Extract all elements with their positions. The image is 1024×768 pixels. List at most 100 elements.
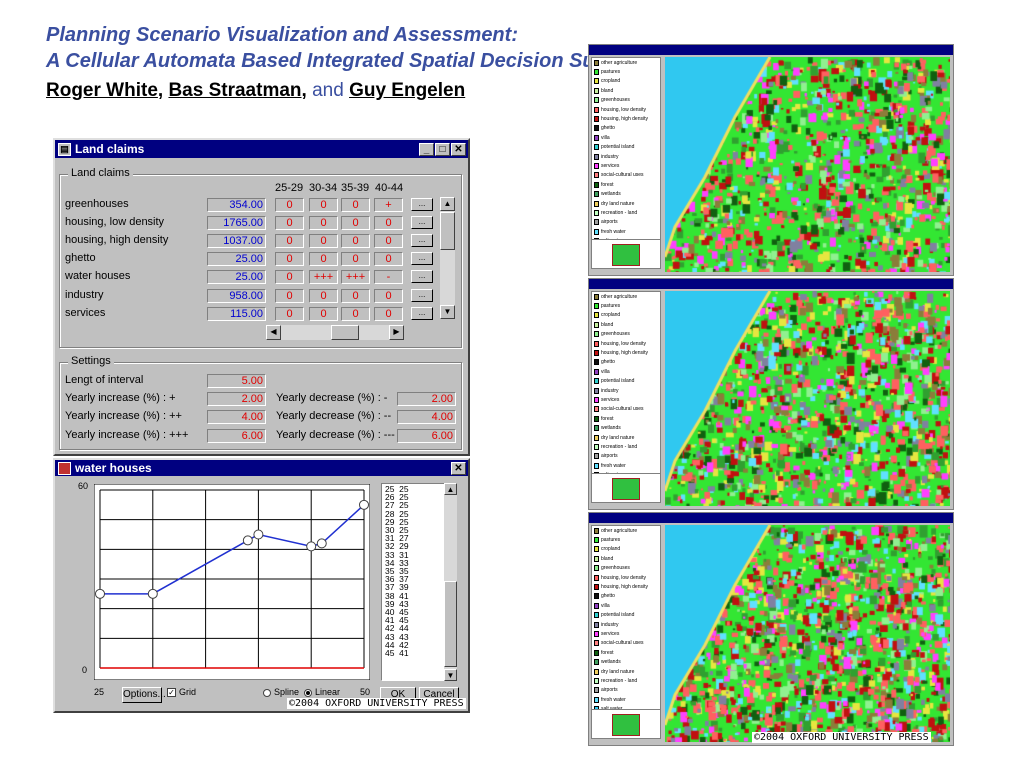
claim-cell[interactable]: 0 <box>341 198 370 212</box>
row-detail-button[interactable]: ... <box>411 252 433 266</box>
scroll-right-button[interactable]: ▶ <box>389 325 404 340</box>
claim-cell[interactable]: 0 <box>275 288 304 303</box>
scroll-thumb[interactable] <box>440 212 455 250</box>
legend-swatch <box>594 555 599 562</box>
map-titlebar[interactable] <box>589 279 953 289</box>
settings-group-label: Settings <box>68 355 114 367</box>
claim-cell[interactable]: 0 <box>341 216 370 231</box>
claim-cell[interactable]: 0 <box>309 234 338 249</box>
values-listbox[interactable]: 25 25 26 25 27 25 28 25 29 25 30 25 31 2… <box>381 483 445 681</box>
author-link-straatman[interactable]: Bas Straatman <box>168 80 301 101</box>
claim-cell[interactable]: 0 <box>309 216 338 231</box>
claim-cell[interactable]: +++ <box>341 270 370 285</box>
close-button[interactable]: ✕ <box>451 142 466 156</box>
land-use-map[interactable] <box>665 291 950 506</box>
land-use-map[interactable] <box>665 57 950 272</box>
spline-radio[interactable] <box>263 689 271 697</box>
row-value-field[interactable]: 115.00 <box>207 306 266 321</box>
legend-swatch <box>594 331 599 338</box>
row-value-field[interactable]: 1765.00 <box>207 216 266 231</box>
land-claims-titlebar[interactable]: ▤ Land claims _ □ ✕ <box>55 140 468 158</box>
inc3-field[interactable]: 6.00 <box>207 429 266 443</box>
map-overview[interactable] <box>591 239 661 269</box>
map-overview[interactable] <box>591 709 661 739</box>
curve-point <box>253 529 264 540</box>
legend-swatch <box>594 387 599 394</box>
claim-cell[interactable]: 0 <box>374 306 403 321</box>
legend-item: social-cultural uses <box>592 405 660 414</box>
listbox-scroll-up[interactable]: ▲ <box>444 483 457 495</box>
water-houses-chart[interactable] <box>94 484 370 680</box>
row-detail-button[interactable]: ... <box>411 306 433 320</box>
inc3-label: Yearly increase (%) : +++ <box>65 429 189 441</box>
claim-cell[interactable]: 0 <box>275 198 304 212</box>
scroll-down-button[interactable]: ▼ <box>440 305 455 319</box>
maximize-button[interactable]: □ <box>435 142 450 156</box>
scroll-up-button[interactable]: ▲ <box>440 197 455 211</box>
listbox-scroll-thumb[interactable] <box>444 581 457 667</box>
scroll-left-button[interactable]: ◀ <box>266 325 281 340</box>
claim-cell[interactable]: 0 <box>275 270 304 285</box>
copyright-right: ©2004 OXFORD UNIVERSITY PRESS <box>752 732 931 743</box>
length-field[interactable]: 5.00 <box>207 374 266 388</box>
claim-cell[interactable]: 0 <box>275 216 304 231</box>
close-button[interactable]: ✕ <box>451 461 466 475</box>
claim-cell[interactable]: 0 <box>374 288 403 303</box>
inc1-field[interactable]: 2.00 <box>207 392 266 406</box>
claim-cell[interactable]: 0 <box>275 234 304 249</box>
claim-cell[interactable]: 0 <box>341 288 370 303</box>
legend-item: services <box>592 161 660 170</box>
legend-swatch <box>594 106 599 113</box>
minimize-button[interactable]: _ <box>419 142 434 156</box>
map-overview[interactable] <box>591 473 661 503</box>
claim-cell[interactable]: 0 <box>341 252 370 267</box>
scroll-h-thumb[interactable] <box>331 325 359 340</box>
row-value-field[interactable]: 1037.00 <box>207 234 266 249</box>
claim-cell[interactable]: +++ <box>309 270 338 285</box>
legend-item: pastures <box>592 535 660 544</box>
row-value-field[interactable]: 25.00 <box>207 252 266 267</box>
claim-cell[interactable]: 0 <box>374 252 403 267</box>
legend-swatch <box>594 443 599 450</box>
claim-cell[interactable]: 0 <box>309 252 338 267</box>
dec2-field[interactable]: 4.00 <box>397 410 456 424</box>
claim-cell[interactable]: 0 <box>341 234 370 249</box>
land-use-map[interactable] <box>665 525 950 742</box>
claim-cell[interactable]: 0 <box>275 306 304 321</box>
row-detail-button[interactable]: ... <box>411 288 433 302</box>
claim-cell[interactable]: 0 <box>341 306 370 321</box>
claim-cell[interactable]: 0 <box>309 288 338 303</box>
legend-item: airports <box>592 686 660 695</box>
author-link-white[interactable]: Roger White <box>46 80 158 101</box>
dec1-field[interactable]: 2.00 <box>397 392 456 406</box>
claim-cell[interactable]: 0 <box>275 252 304 267</box>
map-titlebar[interactable] <box>589 45 953 55</box>
inc2-field[interactable]: 4.00 <box>207 410 266 424</box>
author-link-engelen[interactable]: Guy Engelen <box>349 80 465 101</box>
water-houses-titlebar[interactable]: water houses ✕ <box>55 460 468 476</box>
claim-cell[interactable]: 0 <box>309 198 338 212</box>
row-detail-button[interactable]: ... <box>411 216 433 230</box>
claim-cell[interactable]: + <box>374 198 403 212</box>
dec3-field[interactable]: 6.00 <box>397 429 456 443</box>
listbox-scroll-down[interactable]: ▼ <box>444 669 457 681</box>
claim-cell[interactable]: 0 <box>374 216 403 231</box>
claim-cell[interactable]: 0 <box>309 306 338 321</box>
grid-checkbox[interactable]: ✓ <box>167 688 176 697</box>
claim-cell[interactable]: 0 <box>374 234 403 249</box>
spline-label: Spline <box>274 687 300 697</box>
legend-label: pastures <box>601 537 621 544</box>
row-detail-button[interactable]: ... <box>411 198 433 211</box>
legend-swatch <box>594 144 599 151</box>
author-and: and <box>312 80 344 101</box>
linear-radio[interactable] <box>304 689 312 697</box>
row-detail-button[interactable]: ... <box>411 270 433 284</box>
row-value-field[interactable]: 354.00 <box>207 198 266 212</box>
row-value-field[interactable]: 958.00 <box>207 288 266 303</box>
options-button[interactable]: Options... <box>122 687 166 703</box>
map-titlebar[interactable] <box>589 513 953 523</box>
claim-cell[interactable]: - <box>374 270 403 285</box>
row-detail-button[interactable]: ... <box>411 234 433 248</box>
x-min-label: 25 <box>94 687 105 697</box>
row-value-field[interactable]: 25.00 <box>207 270 266 285</box>
